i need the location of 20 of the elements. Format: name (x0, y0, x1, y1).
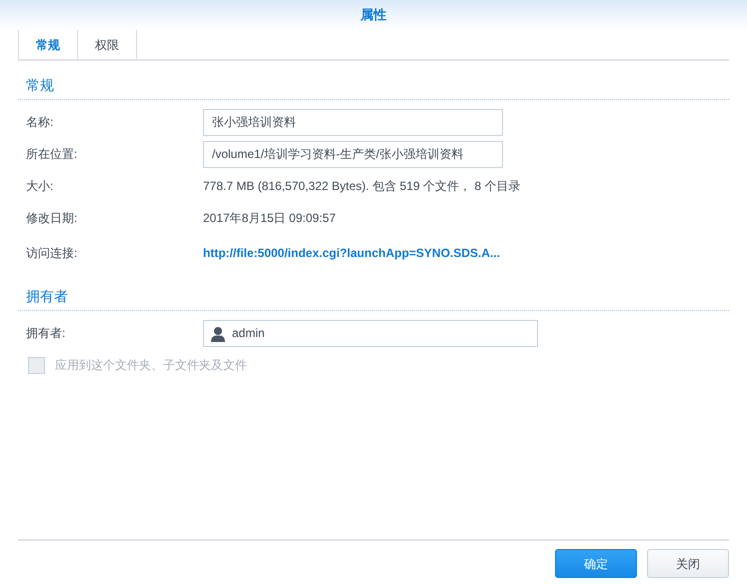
owner-field[interactable]: admin (203, 320, 538, 346)
user-icon (211, 326, 225, 342)
field-label: 所在位置: (25, 146, 78, 163)
window-title: 属性 (360, 6, 386, 24)
field-label: 访问连接: (25, 245, 78, 262)
tab[interactable]: 常规 (18, 30, 77, 59)
field-label: 修改日期: (25, 210, 78, 227)
field-value: 778.7 MB (816,570,322 Bytes). 包含 519 个文件， 8 个目录 (203, 178, 520, 195)
field-label: 拥有者: (25, 325, 66, 342)
section-heading: 常规 (26, 76, 54, 95)
tab[interactable]: 权限 (77, 30, 137, 59)
input-field[interactable]: /volume1/培训学习资料-生产类/张小强培训资料 (203, 140, 503, 168)
checkbox-label: 应用到这个文件夹、子文件夹及文件 (55, 357, 247, 374)
input-field[interactable]: 张小强培训资料 (203, 108, 503, 136)
close-button[interactable]: 关闭 (647, 549, 729, 578)
field-label: 名称: (25, 114, 54, 131)
access-link[interactable]: http://file:5000/index.cgi?launchApp=SYNO.SDS.A... (203, 244, 500, 262)
section-heading: 拥有者 (26, 287, 68, 306)
field-label: 大小: (25, 178, 54, 195)
field-value: 2017年8月15日 09:09:57 (203, 210, 336, 227)
